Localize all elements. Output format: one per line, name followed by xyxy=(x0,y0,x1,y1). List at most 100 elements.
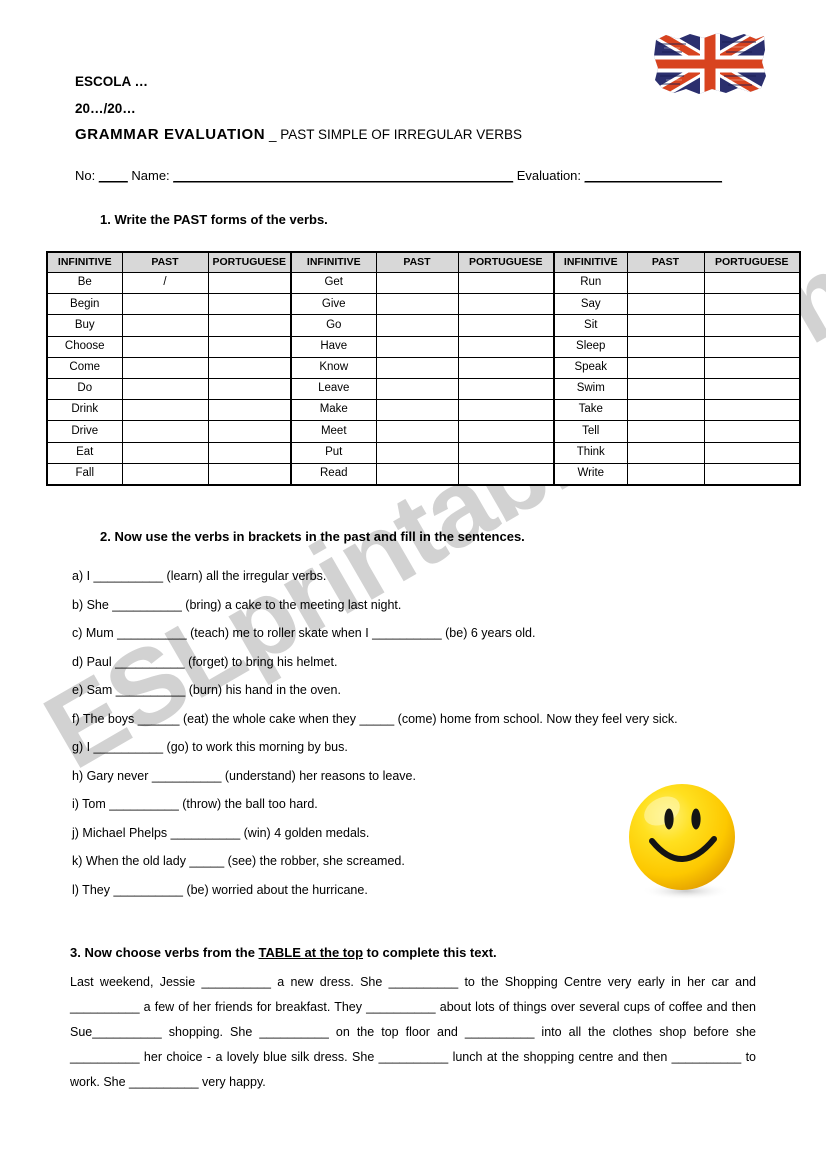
past-cell[interactable] xyxy=(121,314,209,337)
sentence-item: c) Mum __________ (teach) me to roller s… xyxy=(72,626,536,640)
past-cell[interactable] xyxy=(626,293,705,316)
smiley-face-image xyxy=(622,779,746,903)
portuguese-cell[interactable] xyxy=(703,399,801,422)
past-cell[interactable] xyxy=(121,399,209,422)
verb-cell: Speak xyxy=(553,356,628,379)
past-cell[interactable] xyxy=(626,441,705,464)
past-cell[interactable] xyxy=(121,356,209,379)
portuguese-cell[interactable] xyxy=(207,441,292,464)
portuguese-cell[interactable] xyxy=(703,462,801,486)
portuguese-cell[interactable] xyxy=(457,335,555,358)
past-cell[interactable] xyxy=(626,335,705,358)
past-cell[interactable] xyxy=(626,377,705,401)
name-blank[interactable]: ________________________________________… xyxy=(173,168,513,183)
year-line: 20…/20… xyxy=(75,101,136,116)
portuguese-cell[interactable] xyxy=(207,462,292,486)
sentence-item: e) Sam __________ (burn) his hand in the… xyxy=(72,683,341,697)
verb-cell: Fall xyxy=(46,462,123,486)
col-infinitive-2: INFINITIVE xyxy=(290,251,377,273)
portuguese-cell[interactable] xyxy=(703,356,801,379)
name-label: Name: xyxy=(127,168,174,183)
portuguese-cell[interactable] xyxy=(207,335,292,358)
sentence-item: b) She __________ (bring) a cake to the … xyxy=(72,597,402,612)
portuguese-cell[interactable] xyxy=(457,293,555,316)
past-cell[interactable] xyxy=(375,314,459,337)
school-line: ESCOLA … xyxy=(75,74,149,89)
verb-cell: Say xyxy=(553,293,628,316)
evaluation-label: Evaluation: xyxy=(513,168,585,183)
past-cell[interactable] xyxy=(375,441,459,464)
verb-cell: Drive xyxy=(46,420,123,443)
portuguese-cell[interactable] xyxy=(457,399,555,422)
verb-cell: Have xyxy=(290,335,377,358)
past-cell[interactable] xyxy=(121,335,209,358)
past-cell[interactable] xyxy=(121,441,209,464)
smiley-face-icon xyxy=(629,784,735,900)
past-cell[interactable] xyxy=(375,293,459,316)
past-cell[interactable] xyxy=(626,356,705,379)
task-3-heading: 3. Now choose verbs from the TABLE at th… xyxy=(70,945,497,960)
task-2-heading: 2. Now use the verbs in brackets in the … xyxy=(100,529,525,544)
past-cell[interactable] xyxy=(121,420,209,443)
portuguese-cell[interactable] xyxy=(703,335,801,358)
evaluation-blank[interactable]: ___________________ xyxy=(585,168,722,183)
table-header-row: INFINITIVE PAST PORTUGUESE INFINITIVE PA… xyxy=(46,251,801,273)
portuguese-cell[interactable] xyxy=(207,377,292,401)
col-portuguese-2: PORTUGUESE xyxy=(457,251,555,273)
verb-cell: Tell xyxy=(553,420,628,443)
portuguese-cell[interactable] xyxy=(207,420,292,443)
past-cell[interactable] xyxy=(626,399,705,422)
past-cell[interactable] xyxy=(121,293,209,316)
past-cell[interactable] xyxy=(375,399,459,422)
task-3-heading-pre: 3. Now choose verbs from the xyxy=(70,945,259,960)
past-cell[interactable] xyxy=(626,271,705,295)
portuguese-cell[interactable] xyxy=(703,314,801,337)
sentence-item: f) The boys ______ (eat) the whole cake … xyxy=(72,711,678,726)
verb-cell: Make xyxy=(290,399,377,422)
verb-cell: Leave xyxy=(290,377,377,401)
verb-cell: Write xyxy=(553,462,628,486)
portuguese-cell[interactable] xyxy=(207,356,292,379)
task-3-text: Last weekend, Jessie __________ a new dr… xyxy=(70,975,756,1089)
portuguese-cell[interactable] xyxy=(457,314,555,337)
portuguese-cell[interactable] xyxy=(207,271,292,295)
portuguese-cell[interactable] xyxy=(207,314,292,337)
col-past-3: PAST xyxy=(626,251,705,273)
number-blank[interactable]: ____ xyxy=(99,168,128,183)
verb-cell: Sit xyxy=(553,314,628,337)
past-cell[interactable] xyxy=(375,271,459,295)
past-cell[interactable] xyxy=(375,377,459,401)
past-cell[interactable] xyxy=(121,462,209,486)
portuguese-cell[interactable] xyxy=(457,271,555,295)
past-cell[interactable] xyxy=(375,462,459,486)
page-title-bold: GRAMMAR EVALUATION xyxy=(75,126,266,143)
past-cell[interactable] xyxy=(626,462,705,486)
past-cell[interactable] xyxy=(121,377,209,401)
sentence-item: d) Paul __________ (forget) to bring his… xyxy=(72,654,338,669)
verb-cell: Take xyxy=(553,399,628,422)
portuguese-cell[interactable] xyxy=(457,441,555,464)
past-cell[interactable] xyxy=(375,356,459,379)
past-cell[interactable] xyxy=(626,314,705,337)
portuguese-cell[interactable] xyxy=(457,420,555,443)
table-row: Eat Put Think xyxy=(46,441,801,464)
col-portuguese-3: PORTUGUESE xyxy=(703,251,801,273)
portuguese-cell[interactable] xyxy=(457,356,555,379)
past-cell[interactable] xyxy=(375,420,459,443)
portuguese-cell[interactable] xyxy=(703,441,801,464)
table-row: Be / Get Run xyxy=(46,271,801,295)
worksheet-page: ESLprintables.com ESCOLA … 20…/20… GRAMM… xyxy=(0,0,826,1169)
irregular-verbs-table: INFINITIVE PAST PORTUGUESE INFINITIVE PA… xyxy=(46,251,801,486)
verb-cell: Think xyxy=(553,441,628,464)
portuguese-cell[interactable] xyxy=(703,293,801,316)
portuguese-cell[interactable] xyxy=(207,399,292,422)
portuguese-cell[interactable] xyxy=(457,377,555,401)
past-cell[interactable] xyxy=(626,420,705,443)
past-cell[interactable] xyxy=(375,335,459,358)
portuguese-cell[interactable] xyxy=(703,420,801,443)
portuguese-cell[interactable] xyxy=(703,377,801,401)
portuguese-cell[interactable] xyxy=(207,293,292,316)
portuguese-cell[interactable] xyxy=(703,271,801,295)
past-cell[interactable]: / xyxy=(121,271,209,295)
portuguese-cell[interactable] xyxy=(457,462,555,486)
